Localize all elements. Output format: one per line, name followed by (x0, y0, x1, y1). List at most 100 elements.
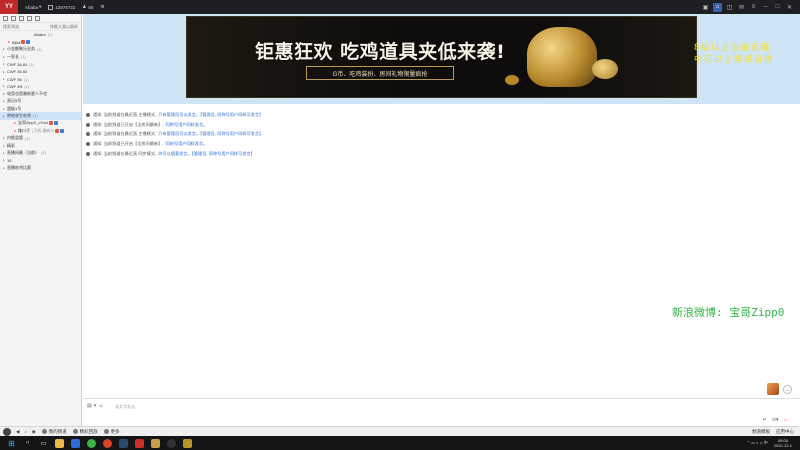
sidebar-channel-item[interactable]: ▸ 绝地求生吃鸡 (1) (0, 112, 81, 120)
overlay-notice-line-1: 8级以上当前直播 (694, 43, 771, 53)
client-footer: ◀ ♪ ◉ 我的频道 精彩回放 更多 频道模板 应用中心 (0, 426, 800, 436)
footer-item-label: 更多 (110, 428, 120, 434)
sidebar-channel-item[interactable]: ♦ 宝哥Zipp0_oTool (0, 120, 81, 127)
sidebar-channel-count: (1) (29, 61, 35, 67)
sidebar-search[interactable]: 搜索频道 按最大量以最新 (0, 23, 81, 31)
sidebar-channel-item[interactable]: ▸ 电竞也是最新更人不也 (0, 90, 81, 97)
windows-start-icon[interactable]: ⊞ (7, 439, 16, 448)
person-icon: ♟ (82, 4, 87, 9)
chat-message: 通知: 当前频道在最近直 同步模式, 你可以随意发言。【管理员, 同称号用户同样可… (86, 149, 486, 159)
browser-icon[interactable] (103, 438, 112, 448)
sidebar-channel-item[interactable]: ▸ 超级1号 (0, 105, 81, 112)
channel-header[interactable]: Ababa (1) (0, 31, 81, 38)
minimize-icon[interactable]: – (761, 3, 770, 12)
sidebar-channel-item[interactable]: ▸ CWF 36 84 (0, 68, 81, 75)
sidebar-channel-item[interactable]: ▸ 16 (0, 157, 81, 164)
chevron-down-icon[interactable]: ▾ (94, 403, 97, 409)
footer-item[interactable]: 我的频道 (41, 429, 67, 435)
sidebar-channel-item[interactable]: ▸ 小金额聚乐业务 (1) (0, 46, 81, 53)
sidebar-channel-item[interactable]: ♦ 路口子 (下机-最新5) (0, 127, 81, 134)
task-view-icon[interactable]: ▭ (39, 439, 48, 448)
home-icon[interactable]: ⌂ (713, 2, 722, 12)
menu-icon[interactable]: ≡ (749, 3, 758, 12)
enter-icon[interactable]: ↵ (763, 417, 767, 423)
sidebar-toolbar (0, 14, 81, 23)
sidebar-channel-item[interactable]: ▸ CWF 36 (1) (0, 75, 81, 82)
sidebar-channel-item[interactable]: ▸ 内推监管 (1) (0, 134, 81, 141)
scroll-down-icon[interactable]: ⌄ (783, 385, 792, 394)
channel-icon[interactable] (3, 15, 8, 21)
promo-banner[interactable]: 钜惠狂欢 吃鸡道具夹低来袭! G币、吃鸡装扮、房间礼物限量疯抢 (186, 16, 697, 98)
sidebar-channel-label: 路口子 (18, 127, 30, 133)
user-badge-icon (60, 128, 65, 133)
sidebar-channel-label: 16 (7, 157, 12, 163)
send-button[interactable]: ⊙▾ (772, 417, 779, 423)
sidebar-channel-label: 绝地求生吃鸡 (7, 112, 31, 118)
sidebar-channel-item[interactable]: ▸ 直记5号 (0, 98, 81, 105)
user-avatar[interactable] (3, 427, 11, 436)
app-logo[interactable]: YY (0, 0, 18, 14)
fire-icon[interactable]: ♨ (784, 417, 788, 423)
user-name: Ababa (25, 4, 39, 10)
gift-icon[interactable] (27, 15, 32, 21)
sidebar-channel-item[interactable]: ▸ 一家长 (1) (0, 53, 81, 60)
user-badge-icon (26, 40, 31, 45)
yy-icon[interactable] (135, 438, 144, 448)
os-taskbar: ⊞ ○ ▭ ⌃ ▭ ◐ ♫ 中 09:05 2022-12-1 (0, 436, 800, 450)
chat-message-link[interactable]: 同称号用户同样发言。 (166, 122, 208, 128)
game-icon[interactable] (183, 438, 192, 448)
close-icon[interactable]: ✕ (785, 3, 794, 12)
app-icon[interactable] (87, 438, 96, 448)
image-icon[interactable]: ▤ (87, 403, 92, 409)
banner-subtitle: G币、吃鸡装扮、房间礼物限量疯抢 (306, 66, 454, 80)
mic-icon[interactable] (19, 15, 24, 21)
speaker-icon[interactable]: ◀ (16, 429, 19, 435)
sidebar-channel-item[interactable]: ▸ 直播吃鸡比赛 (0, 164, 81, 171)
footer-right-item[interactable]: 应用中心 (776, 429, 794, 435)
search-input[interactable]: 搜索频道 (3, 24, 19, 30)
user-id-value: 12976722 (55, 4, 76, 10)
settings-button[interactable]: ⚙ (100, 4, 104, 10)
chat-message-link[interactable]: 你可以随意发言。【管理员, 同称号用户同样可发言】 (158, 151, 255, 157)
channel-header-label: Ababa (34, 32, 46, 38)
footer-item-icon (103, 429, 109, 434)
obs-icon[interactable] (167, 438, 176, 448)
chat-message-link[interactable]: 只有管理员可以发言。【管理员, 同称号用户同样可发言】 (158, 112, 263, 118)
message-icon[interactable]: ✉ (737, 3, 746, 12)
clock[interactable]: 09:05 2022-12-1 (774, 438, 792, 448)
game-icon[interactable] (151, 438, 160, 448)
game-icon[interactable]: ◫ (725, 3, 734, 12)
mic-icon[interactable]: ♪ (24, 429, 26, 434)
steam-icon[interactable] (119, 438, 128, 448)
input-toolbar: ▤ ▾ ☺ (87, 403, 103, 409)
emoji-icon[interactable]: ☺ (98, 403, 103, 409)
chat-message-link[interactable]: 同称号用户同样发言。 (166, 141, 208, 147)
list-icon[interactable] (11, 15, 16, 21)
sidebar-channel-count: (1) (33, 113, 38, 119)
footer-item[interactable]: 精彩回放 (72, 429, 98, 435)
chat-input[interactable]: 请文字发送... (115, 404, 138, 410)
game-avatar-icon[interactable] (767, 383, 779, 395)
sidebar-channel-item[interactable]: ▸ 精彩 (0, 142, 81, 149)
channel-header-count: (1) (47, 32, 53, 38)
id-card-icon (48, 4, 54, 10)
footer-item[interactable]: 更多 (103, 428, 120, 435)
sidebar-channel-label: 精彩 (7, 142, 15, 148)
search-icon[interactable]: ○ (23, 439, 32, 448)
sidebar-channel-item[interactable]: ▸ 直播间最（当前） (1) (0, 149, 81, 156)
chat-message-link[interactable]: 只有管理员可以发言。【管理员, 同称号用户同样可发言】 (158, 131, 263, 137)
pip-icon[interactable]: ▣ (701, 3, 710, 12)
fans-count[interactable]: ♟ 56 (82, 4, 93, 10)
explorer-icon[interactable] (55, 438, 64, 448)
user-name-menu[interactable]: Ababa ▾ (25, 4, 41, 10)
tray-icons[interactable]: ⌃ ▭ ◐ ♫ 中 (747, 440, 768, 446)
sidebar-channel-label: 超级1号 (7, 105, 22, 111)
sidebar-channel-item[interactable]: ♦ Bilidi (0, 38, 81, 45)
sidebar-channel-item[interactable]: ▸ CWF 36 84 (1) (0, 61, 81, 68)
sidebar-channel-count: (1) (24, 83, 30, 89)
maximize-icon[interactable]: □ (773, 3, 782, 12)
app-icon[interactable] (71, 438, 80, 448)
sidebar-channel-item[interactable]: ▸ CWF 4N (1) (0, 83, 81, 90)
grid-icon[interactable] (35, 15, 40, 21)
footer-right-item[interactable]: 频道模板 (752, 429, 770, 435)
